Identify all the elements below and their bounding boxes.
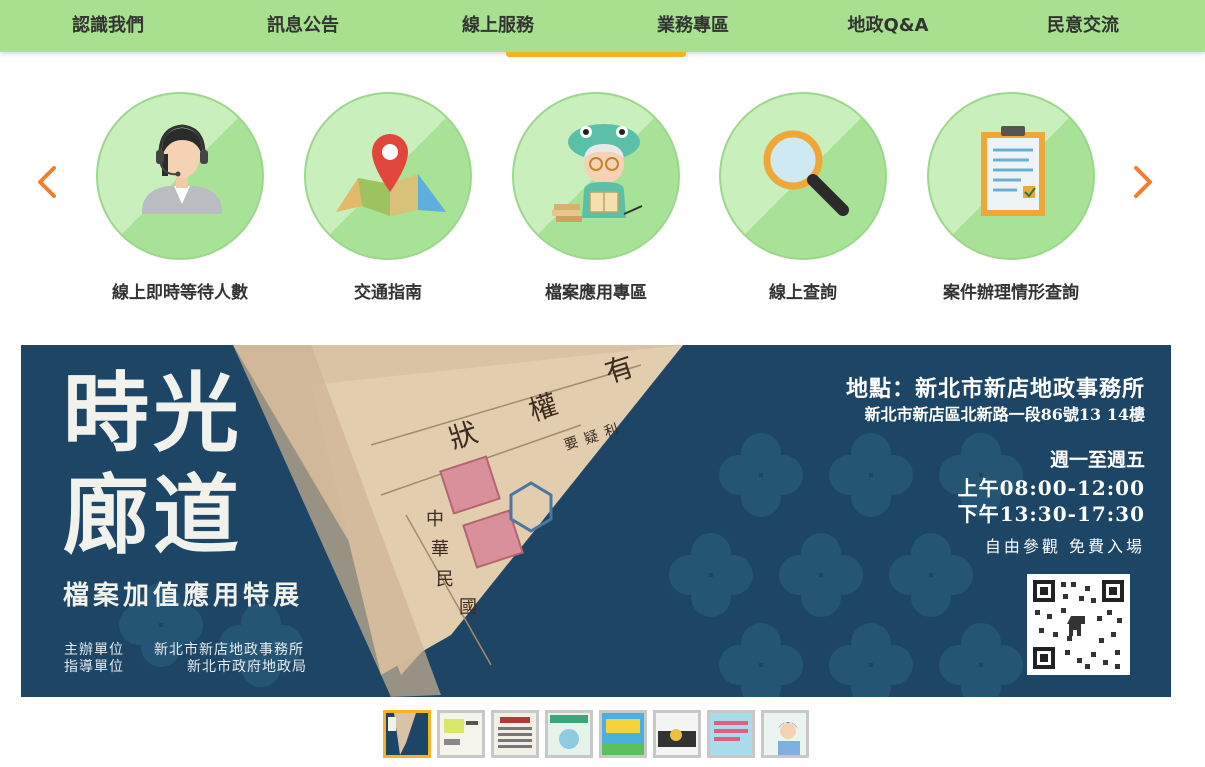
- svg-text:國: 國: [459, 597, 477, 618]
- thumbnail-3[interactable]: [491, 710, 539, 758]
- banner-address: 新北市新店區北新路一段86號13 14樓: [864, 405, 1145, 424]
- thumbnail-8[interactable]: [761, 710, 809, 758]
- map-pin-icon: [336, 134, 446, 216]
- qr-code-icon: [1033, 580, 1124, 669]
- service-item-waiting-count[interactable]: 線上即時等待人數: [80, 92, 280, 303]
- svg-text:要: 要: [562, 434, 580, 454]
- clipboard-checklist-icon: [981, 126, 1045, 216]
- nav-item-about[interactable]: 認識我們: [28, 0, 188, 52]
- carousel-next-button[interactable]: [1122, 162, 1162, 202]
- service-label: 線上查詢: [769, 283, 837, 303]
- banner-title-line-1: 時光: [63, 363, 243, 464]
- service-circle: [96, 92, 264, 260]
- nav-item-business[interactable]: 業務專區: [613, 0, 773, 52]
- service-circle: [304, 92, 472, 260]
- svg-text:利: 利: [602, 421, 620, 441]
- magnifier-icon: [763, 130, 849, 216]
- service-item-transport-guide[interactable]: 交通指南: [288, 92, 488, 303]
- service-label: 檔案應用專區: [545, 283, 647, 303]
- service-label: 交通指南: [354, 283, 422, 303]
- exhibition-banner[interactable]: 有 權 狀 中 華 民 國 要 疑 利 時光 廊道 檔案加值應用特展 主辦單位 …: [21, 345, 1171, 697]
- service-label: 案件辦理情形查詢: [943, 283, 1079, 303]
- thumbnail-2[interactable]: [437, 710, 485, 758]
- thumbnail-image: [778, 722, 800, 755]
- banner-admission: 自由參觀 免費入場: [984, 537, 1145, 556]
- thumbnail-7[interactable]: [707, 710, 755, 758]
- nav-active-indicator: [506, 52, 686, 57]
- thumbnail-5[interactable]: [599, 710, 647, 758]
- banner-subtitle: 檔案加值應用特展: [63, 581, 304, 611]
- banner-afternoon-hours: 下午13:30-17:30: [957, 502, 1145, 526]
- supervisor-label: 指導單位: [64, 659, 124, 675]
- service-circle: [512, 92, 680, 260]
- thumbnail-4[interactable]: [545, 710, 593, 758]
- banner-morning-hours: 上午08:00-12:00: [957, 476, 1145, 500]
- customer-service-agent-icon: [142, 124, 222, 214]
- svg-text:權: 權: [525, 388, 562, 428]
- carousel-prev-button[interactable]: [28, 162, 68, 202]
- chevron-right-icon: [1134, 166, 1152, 198]
- banner-location: 地點：新北市新店地政事務所: [845, 376, 1145, 402]
- service-item-online-query[interactable]: 線上查詢: [703, 92, 903, 303]
- thumbnail-image: [550, 715, 588, 749]
- thumbnail-image: [602, 719, 644, 755]
- service-circle: [719, 92, 887, 260]
- svg-text:狀: 狀: [445, 416, 482, 456]
- svg-text:疑: 疑: [582, 428, 600, 448]
- qr-code: [1027, 574, 1130, 675]
- thumbnail-image: [388, 713, 416, 755]
- chevron-left-icon: [38, 166, 56, 198]
- thumbnail-image: [714, 721, 748, 741]
- nav-item-online-services[interactable]: 線上服務: [418, 0, 578, 52]
- service-carousel: 線上即時等待人數 交通指南 檔案應用專區 線上查詢 案件辦理情形查詢: [0, 80, 1205, 320]
- thumbnail-1[interactable]: [383, 710, 431, 758]
- nav-item-qa[interactable]: 地政Q&A: [808, 0, 968, 52]
- thumbnail-image: [444, 719, 478, 745]
- thumbnail-image: [658, 729, 696, 747]
- thumbnail-6[interactable]: [653, 710, 701, 758]
- supervisor-name: 新北市政府地政局: [187, 659, 307, 675]
- thumbnail-image: [498, 717, 532, 748]
- svg-text:有: 有: [601, 350, 638, 390]
- service-item-case-status[interactable]: 案件辦理情形查詢: [911, 92, 1111, 303]
- banner-days: 週一至週五: [1049, 449, 1145, 471]
- nav-item-news[interactable]: 訊息公告: [223, 0, 383, 52]
- archive-reader-icon: [552, 124, 643, 222]
- main-nav: 認識我們 訊息公告 線上服務 業務專區 地政Q&A 民意交流: [0, 0, 1205, 52]
- svg-text:民: 民: [436, 569, 454, 590]
- service-label: 線上即時等待人數: [112, 283, 248, 303]
- svg-text:中: 中: [426, 509, 444, 530]
- svg-text:華: 華: [431, 539, 449, 560]
- service-circle: [927, 92, 1095, 260]
- service-item-archive-application[interactable]: 檔案應用專區: [496, 92, 696, 303]
- nav-item-feedback[interactable]: 民意交流: [1003, 0, 1163, 52]
- banner-title-line-2: 廊道: [63, 465, 243, 566]
- banner-title: 時光 廊道: [63, 363, 243, 567]
